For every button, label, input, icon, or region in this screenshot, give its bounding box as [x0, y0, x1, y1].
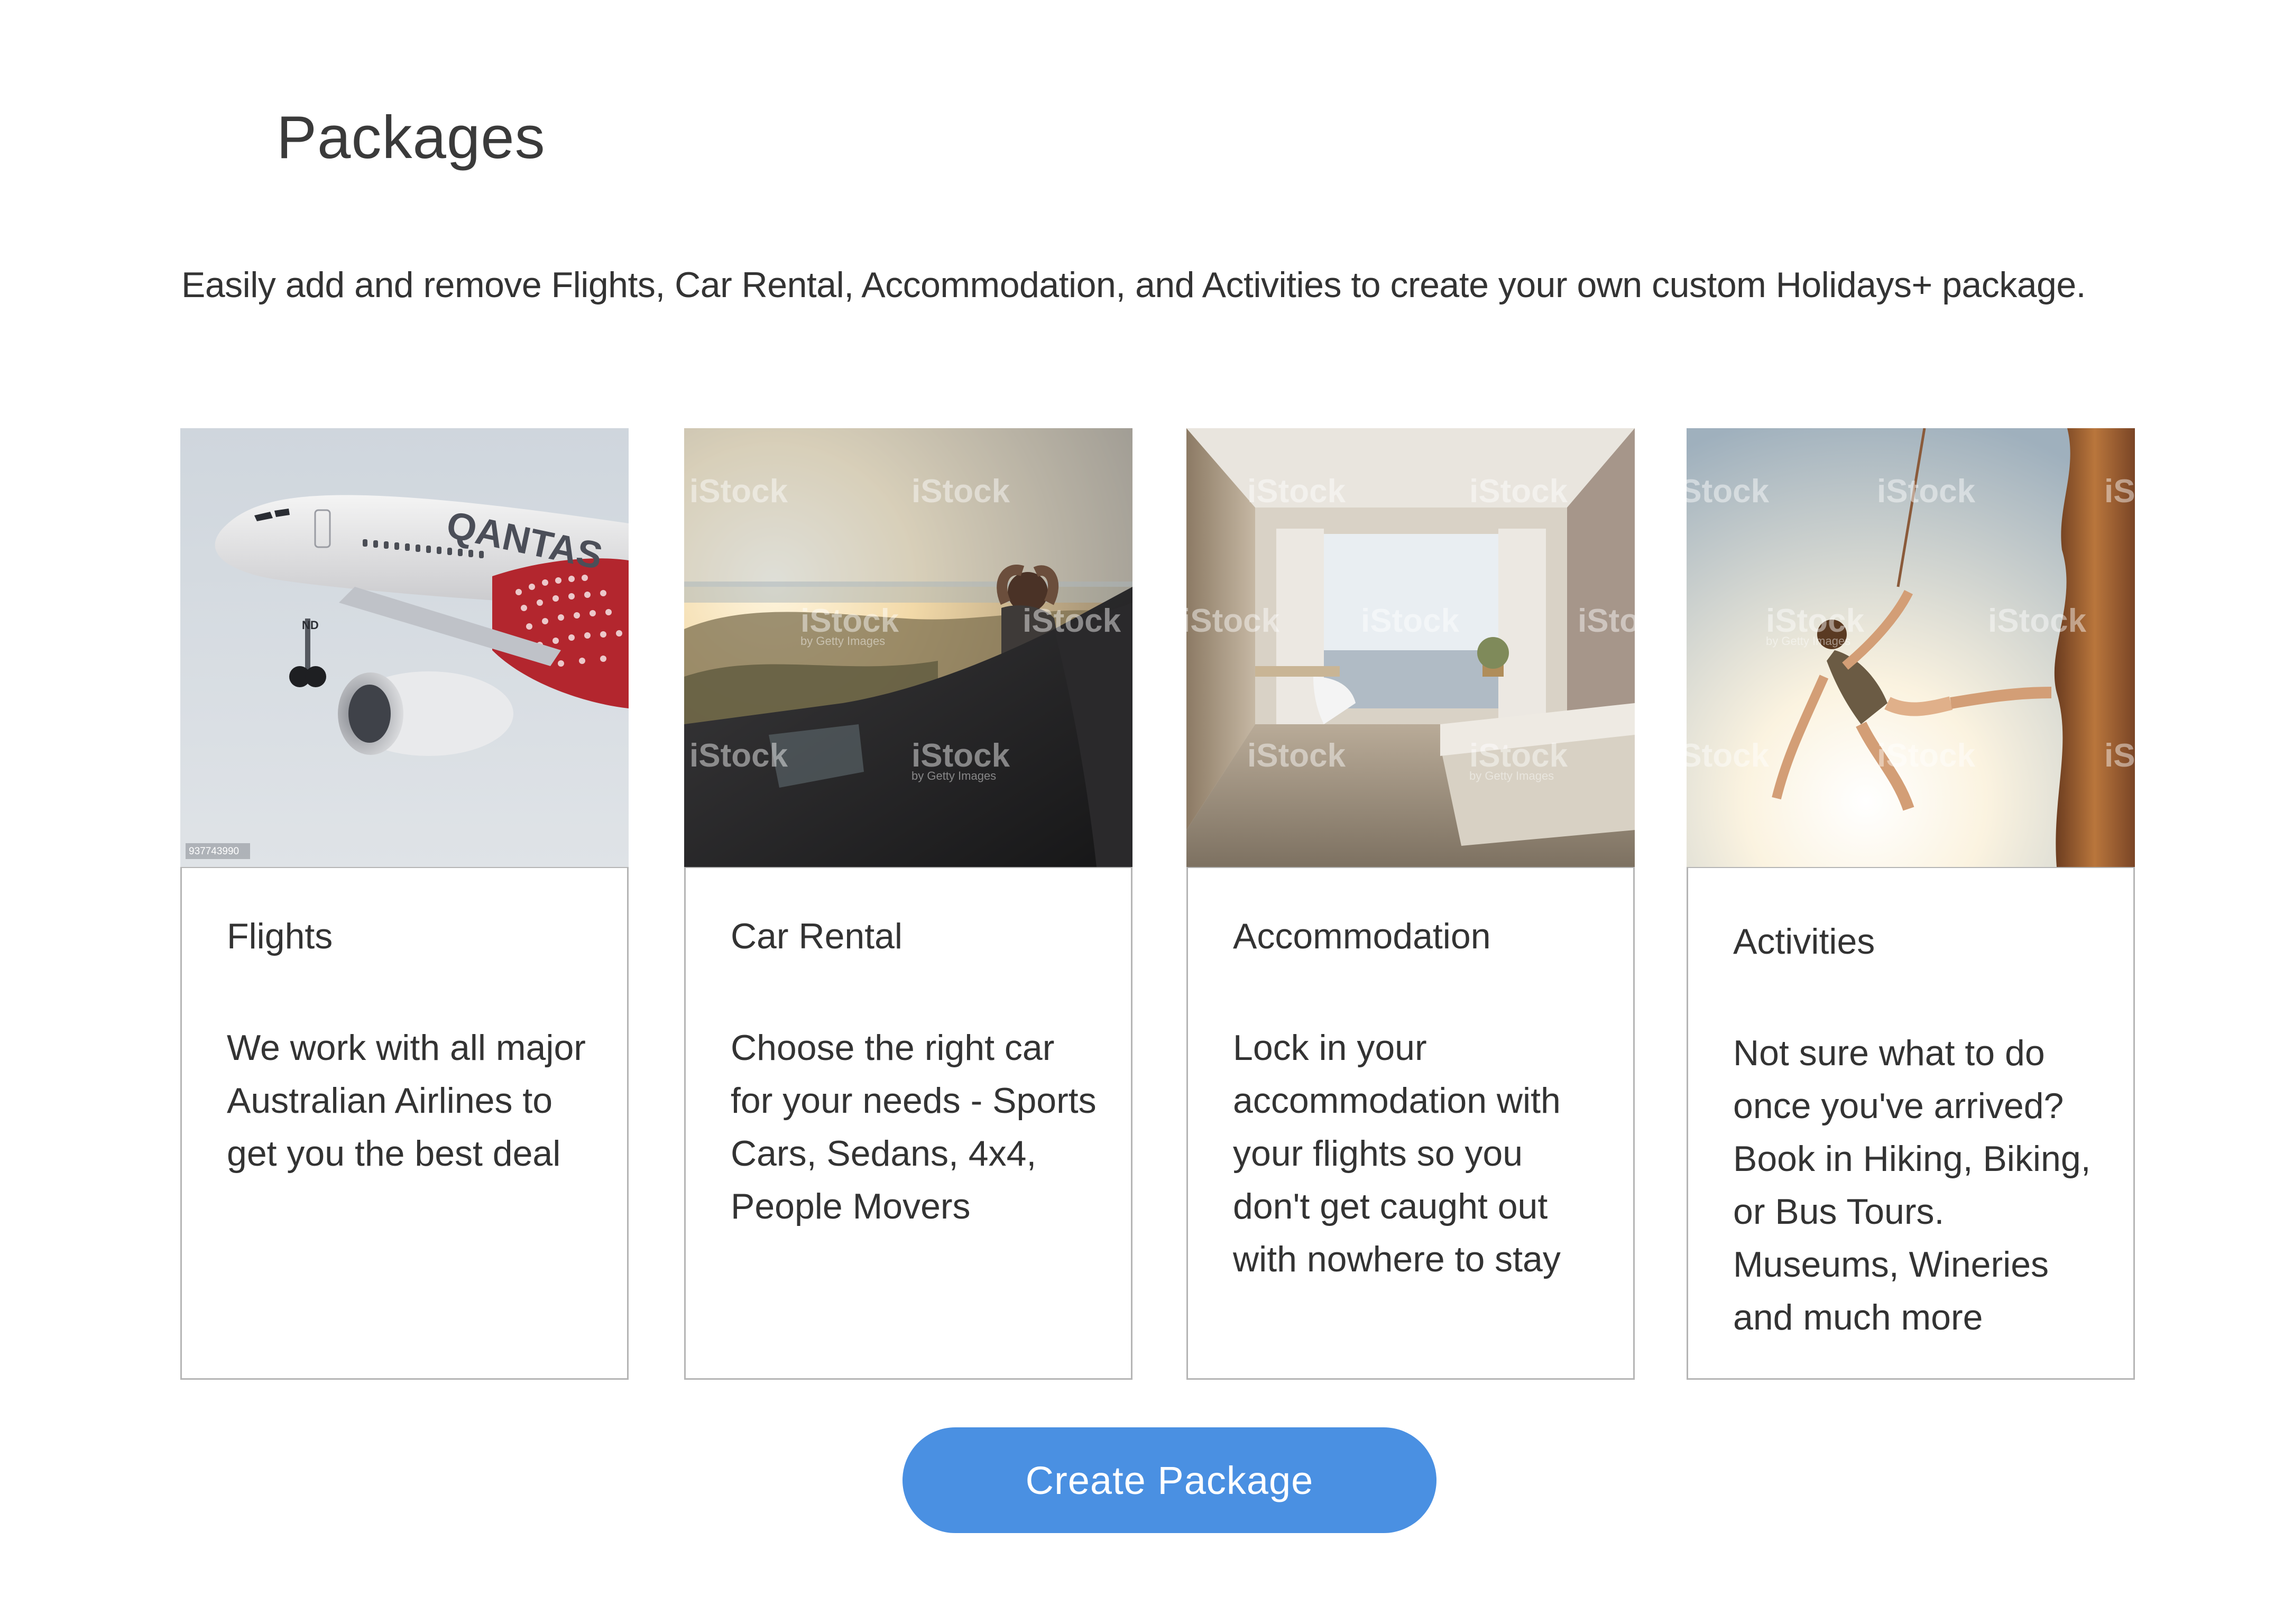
watermark-text: iStock: [1186, 603, 1280, 639]
watermark-text: iStock: [1578, 603, 1635, 639]
package-card-activities[interactable]: iStock iStock iStock iStock iStock by Ge…: [1687, 428, 2135, 1380]
accommodation-image: iStock iStock iStock iStock iStock iStoc…: [1186, 428, 1635, 867]
card-title: Car Rental: [731, 916, 903, 956]
card-body: Activities Not sure what to do once you'…: [1687, 867, 2135, 1380]
watermark-text: iStock: [1023, 603, 1121, 639]
hotel-room-photo: iStock iStock iStock iStock iStock iStoc…: [1186, 428, 1635, 867]
road-trip-photo: iStock iStock iStock iStock by Getty Ima…: [684, 428, 1132, 867]
watermark-text: iStock: [1469, 473, 1568, 510]
registration-text: ND: [302, 619, 319, 632]
create-package-button[interactable]: Create Package: [902, 1427, 1436, 1533]
watermark-text: iStock: [1687, 737, 1770, 774]
watermark-text: iStock: [1247, 473, 1346, 510]
watermark-subtext: by Getty Images: [800, 634, 885, 648]
watermark-text: iStock: [911, 473, 1010, 510]
stock-id-text: 937743990: [189, 846, 239, 857]
car-rental-image: iStock iStock iStock iStock by Getty Ima…: [684, 428, 1132, 867]
rock-climbing-photo: iStock iStock iStock iStock iStock by Ge…: [1687, 428, 2135, 867]
watermark-text: iStock: [2104, 737, 2135, 774]
package-card-car-rental[interactable]: iStock iStock iStock iStock by Getty Ima…: [684, 428, 1132, 1380]
card-description: Lock in your accommodation with your fli…: [1233, 1028, 1561, 1279]
watermark-text: iStock: [800, 603, 899, 639]
card-body: Car Rental Choose the right car for your…: [684, 867, 1132, 1380]
watermark-text: iStock: [1361, 603, 1460, 639]
package-card-flights[interactable]: QANTAS ND 937743990 Flights We work with…: [180, 428, 629, 1380]
watermark-text: iStock: [2104, 473, 2135, 510]
airplane-photo: QANTAS ND 937743990: [180, 428, 629, 867]
card-description: We work with all major Australian Airlin…: [227, 1028, 586, 1174]
watermark-text: iStock: [1687, 473, 1770, 510]
watermark-subtext: by Getty Images: [1469, 769, 1554, 782]
package-card-accommodation[interactable]: iStock iStock iStock iStock iStock iStoc…: [1186, 428, 1635, 1380]
card-description: Not sure what to do once you've arrived?…: [1733, 1033, 2091, 1337]
card-description: Choose the right car for your needs - Sp…: [731, 1028, 1097, 1226]
watermark-text: iStock: [1877, 473, 1976, 510]
card-title: Activities: [1733, 921, 1875, 962]
card-title: Accommodation: [1233, 916, 1491, 956]
watermark-text: iStock: [1766, 603, 1865, 639]
watermark-subtext: by Getty Images: [911, 769, 996, 782]
watermark-text: iStock: [1247, 737, 1346, 774]
watermark-text: iStock: [1877, 737, 1976, 774]
watermark-text: iStock: [1988, 603, 2087, 639]
card-body: Flights We work with all major Australia…: [180, 867, 629, 1380]
intro-text: Easily add and remove Flights, Car Renta…: [181, 265, 2086, 305]
watermark-text: iStock: [1469, 737, 1568, 774]
card-title: Flights: [227, 916, 333, 956]
activities-image: iStock iStock iStock iStock iStock by Ge…: [1687, 428, 2135, 867]
watermark-text: iStock: [689, 737, 788, 774]
watermark-subtext: by Getty Images: [1766, 634, 1850, 648]
page-title: Packages: [277, 104, 546, 171]
card-body: Accommodation Lock in your accommodation…: [1186, 867, 1635, 1380]
watermark-text: iStock: [689, 473, 788, 510]
watermark-text: iStock: [911, 737, 1010, 774]
flights-image: QANTAS ND 937743990: [180, 428, 629, 867]
